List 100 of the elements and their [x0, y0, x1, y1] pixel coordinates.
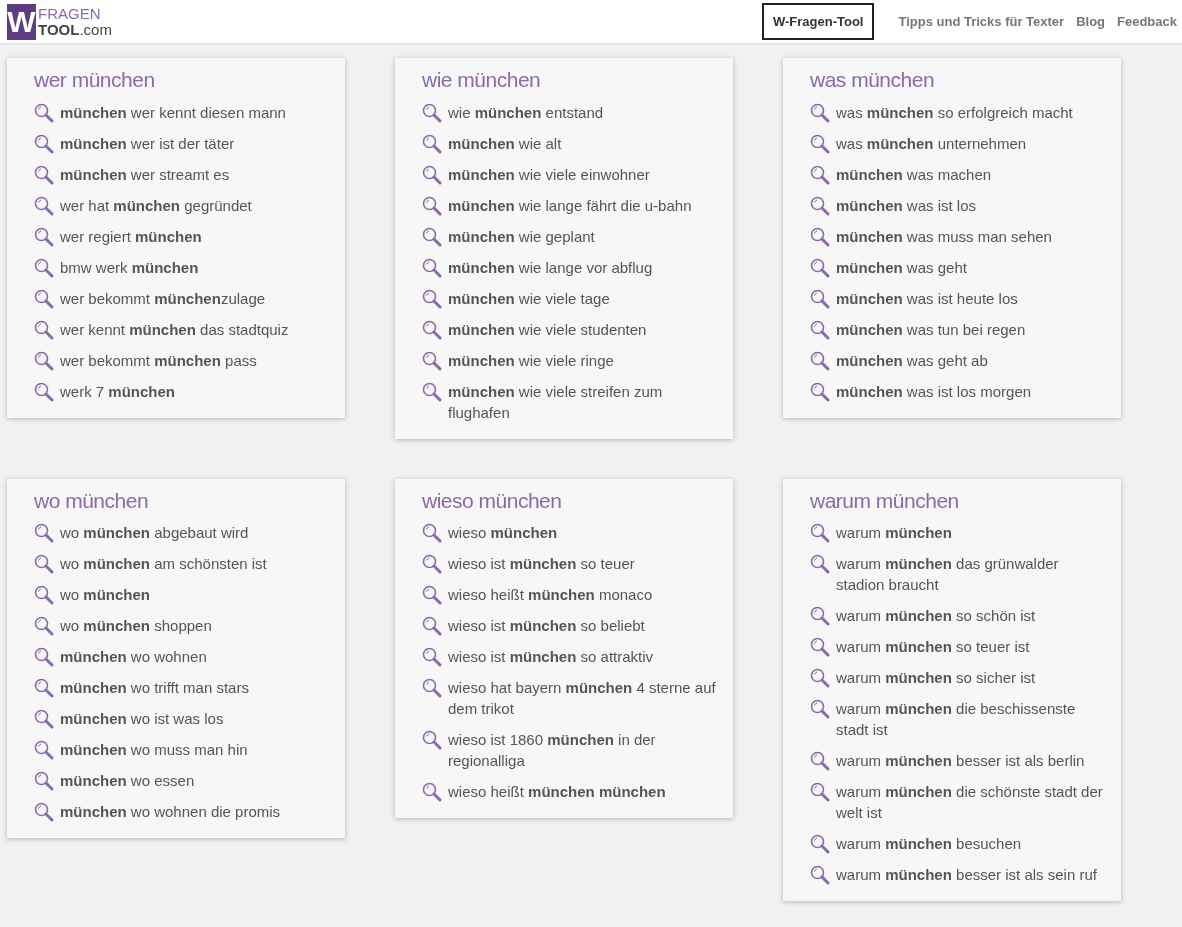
search-icon	[34, 257, 54, 278]
suggestion-link[interactable]: münchen wie viele tage	[448, 287, 610, 309]
search-icon	[422, 195, 442, 216]
search-icon	[422, 133, 442, 154]
suggestion-link[interactable]: was münchen so erfolgreich macht	[836, 101, 1073, 123]
search-icon	[810, 782, 830, 802]
suggestion-link[interactable]: wo münchen am schönsten ist	[60, 553, 267, 574]
suggestion-link[interactable]: münchen wie geplant	[448, 225, 595, 247]
search-icon	[422, 647, 442, 667]
suggestion-link[interactable]: wieso münchen	[448, 522, 558, 543]
suggestion-link[interactable]: münchen wie viele ringe	[448, 349, 614, 371]
suggestion-link[interactable]: was münchen unternehmen	[836, 132, 1027, 154]
search-icon	[422, 730, 442, 750]
suggestion-link[interactable]: münchen wie viele einwohner	[448, 163, 650, 185]
suggestion-link[interactable]: münchen wo wohnen	[60, 646, 207, 667]
suggestion-link[interactable]: wieso heißt münchen monaco	[448, 584, 653, 605]
suggestion-link[interactable]: werk 7 münchen	[60, 380, 176, 402]
suggestion-link[interactable]: wieso ist münchen so beliebt	[448, 615, 645, 636]
suggestion-link[interactable]: wieso hat bayern münchen 4 sterne auf dem trikot	[448, 677, 717, 719]
suggestion-link[interactable]: münchen was tun bei regen	[836, 318, 1026, 340]
suggestion-link[interactable]: wieso ist münchen so attraktiv	[448, 646, 654, 667]
search-icon	[34, 740, 54, 760]
search-icon	[34, 771, 54, 791]
suggestion-link[interactable]: münchen wie lange fährt die u-bahn	[448, 194, 692, 216]
search-icon	[422, 288, 442, 309]
suggestion-link[interactable]: bmw werk münchen	[60, 256, 199, 278]
suggestion-link[interactable]: warum münchen besser ist als berlin	[836, 750, 1085, 771]
nav-link[interactable]: Feedback	[1117, 4, 1177, 39]
suggestion-link[interactable]: wer bekommt münchenzulage	[60, 287, 266, 309]
search-icon	[810, 606, 830, 626]
suggestion-link[interactable]: warum münchen besuchen	[836, 833, 1022, 854]
suggestion-link[interactable]: warum münchen die beschissenste stadt ist	[836, 698, 1105, 740]
search-icon	[810, 699, 830, 719]
card-title: was münchen	[810, 67, 936, 93]
suggestion-link[interactable]: münchen wo ist was los	[60, 708, 224, 729]
search-icon	[34, 616, 54, 636]
suggestion-link[interactable]: münchen wie viele studenten	[448, 318, 647, 340]
suggestion-link[interactable]: wer hat münchen gegründet	[60, 194, 252, 216]
suggestion-link[interactable]: warum münchen	[836, 522, 952, 543]
suggestion-link[interactable]: wieso heißt münchen münchen	[448, 781, 666, 802]
nav-link[interactable]: Tipps und Tricks für Texter	[898, 4, 1065, 39]
suggestion-link[interactable]: münchen wer kennt diesen mann	[60, 101, 286, 123]
search-icon	[422, 523, 442, 543]
suggestion-link[interactable]: münchen wo wohnen die promis	[60, 801, 281, 822]
suggestion-link[interactable]: münchen was ist heute los	[836, 287, 1018, 309]
suggestion-link[interactable]: münchen wo essen	[60, 770, 195, 791]
suggestion-link[interactable]: warum münchen besser ist als sein ruf	[836, 864, 1097, 885]
search-icon	[422, 782, 442, 802]
search-icon	[34, 802, 54, 822]
search-icon	[422, 585, 442, 605]
suggestion-link[interactable]: wo münchen abgebaut wird	[60, 522, 249, 543]
suggestion-link[interactable]: wer bekommt münchen pass	[60, 349, 257, 371]
suggestion-link[interactable]: wo münchen	[60, 584, 151, 605]
suggestion-link[interactable]: münchen was ist los morgen	[836, 380, 1032, 402]
search-icon	[34, 102, 54, 123]
search-icon	[34, 647, 54, 667]
suggestion-link[interactable]: wer regiert münchen	[60, 225, 202, 247]
suggestion-link[interactable]: wieso ist münchen so teuer	[448, 553, 635, 574]
suggestion-link[interactable]: wo münchen shoppen	[60, 615, 212, 636]
card-title: wie münchen	[422, 67, 542, 93]
suggestion-link[interactable]: münchen was geht	[836, 256, 967, 278]
nav-link[interactable]: Blog	[1076, 4, 1105, 39]
suggestion-link[interactable]: wer kennt münchen das stadtquiz	[60, 318, 289, 340]
search-icon	[810, 350, 830, 371]
suggestion-link[interactable]: warum münchen so teuer ist	[836, 636, 1030, 657]
logo-mark: W	[7, 3, 36, 40]
search-icon	[810, 381, 830, 402]
suggestion-link[interactable]: münchen wie viele streifen zum flughafen	[448, 380, 717, 423]
suggestion-link[interactable]: warum münchen so schön ist	[836, 605, 1036, 626]
search-icon	[810, 637, 830, 657]
search-icon	[810, 226, 830, 247]
card-title: wieso münchen	[422, 487, 563, 514]
search-icon	[34, 226, 54, 247]
search-icon	[34, 709, 54, 729]
suggestion-link[interactable]: münchen was muss man sehen	[836, 225, 1052, 247]
suggestion-link[interactable]: warum münchen die schönste stadt der welt ist	[836, 781, 1105, 823]
suggestion-link[interactable]: münchen wie alt	[448, 132, 562, 154]
suggestion-link[interactable]: münchen wer streamt es	[60, 163, 230, 185]
search-icon	[34, 164, 54, 185]
nav-link[interactable]: W-Fragen-Tool	[761, 2, 875, 41]
search-icon	[34, 381, 54, 402]
suggestion-link[interactable]: münchen wo trifft man stars	[60, 677, 249, 698]
suggestion-link[interactable]: münchen wer ist der täter	[60, 132, 235, 154]
search-icon	[810, 102, 830, 123]
suggestion-link[interactable]: wie münchen entstand	[448, 101, 604, 123]
search-icon	[422, 678, 442, 698]
suggestion-link[interactable]: münchen was geht ab	[836, 349, 988, 371]
suggestion-link[interactable]: münchen was machen	[836, 163, 992, 185]
search-icon	[422, 554, 442, 574]
search-icon	[810, 865, 830, 885]
suggestion-link[interactable]: warum münchen so sicher ist	[836, 667, 1036, 688]
suggestion-link[interactable]: warum münchen das grünwalder stadion braucht	[836, 553, 1105, 595]
suggestion-link[interactable]: wieso ist 1860 münchen in der regionalliga	[448, 729, 717, 771]
search-icon	[810, 668, 830, 688]
suggestion-link[interactable]: münchen wo muss man hin	[60, 739, 248, 760]
suggestion-link[interactable]: münchen was ist los	[836, 194, 977, 216]
search-icon	[34, 133, 54, 154]
search-icon	[810, 257, 830, 278]
suggestion-link[interactable]: münchen wie lange vor abflug	[448, 256, 653, 278]
search-icon	[34, 678, 54, 698]
